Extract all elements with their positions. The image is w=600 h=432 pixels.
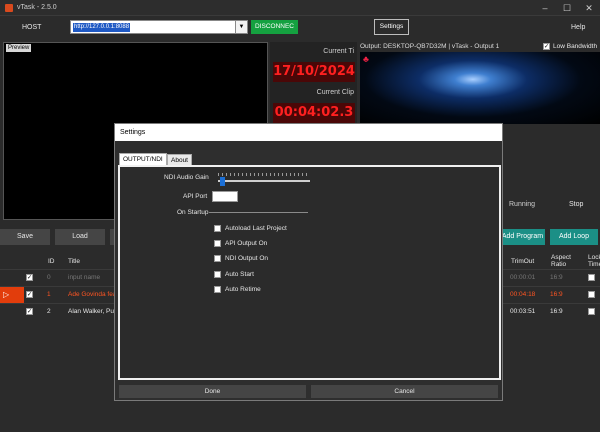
autoload-checkbox[interactable] [214,225,221,232]
row-trimout: 00:00:01 [510,274,536,281]
maximize-button[interactable]: ☐ [560,2,574,14]
host-url-combobox[interactable]: http://127.0.0.1:8088 ▼ [70,20,248,34]
api-port-input[interactable] [212,191,238,202]
auto-retime-label: Auto Retime [225,286,261,293]
row-id: 0 [47,274,51,281]
row-trimout: 00:03:51 [510,308,536,315]
row-checkbox[interactable]: ✓ [26,274,33,281]
auto-retime-checkbox[interactable] [214,286,221,293]
row-title: input name [68,274,101,281]
current-time-label: Current Ti [323,48,354,55]
preview-label: Preview [6,44,32,52]
row-aspect: 16:9 [550,291,563,298]
row-lock-checkbox[interactable] [588,274,595,281]
row-title: Ade Govinda feat [68,291,119,298]
column-header-trimout[interactable]: TrimOut [511,258,534,265]
done-button[interactable]: Done [119,385,306,398]
host-label: HOST [22,24,42,31]
tab-output-ndi[interactable]: OUTPUT/NDI [119,153,167,165]
dialog-title-bar: Settings [115,124,502,141]
ndi-audio-gain-slider[interactable] [218,173,310,186]
minimize-button[interactable]: – [538,2,552,14]
help-menu[interactable]: Help [571,24,585,31]
row-id: 2 [47,308,51,315]
output-video: ♣ [360,52,600,124]
output-ndi-tab-page: NDI Audio Gain API Port On Startup Autol… [118,165,501,380]
load-button[interactable]: Load [55,229,105,245]
settings-dialog: Settings OUTPUT/NDI About NDI Audio Gain… [114,123,503,401]
chevron-down-icon[interactable]: ▼ [235,21,247,33]
playing-marker: ▷ [0,287,24,303]
window-title: vTask - 2.5.0 [17,4,57,11]
auto-start-label: Auto Start [225,271,254,278]
autoload-label: Autoload Last Project [225,225,287,232]
low-bandwidth-label: Low Bandwidth [553,43,598,50]
row-lock-checkbox[interactable] [588,291,595,298]
on-startup-label: On Startup [177,209,209,216]
output-header: Output: DESKTOP-QB7D32M | vTask - Output… [360,42,600,52]
settings-button[interactable]: Settings [374,19,409,35]
dialog-title: Settings [120,129,146,136]
slider-thumb[interactable] [220,177,225,186]
auto-start-checkbox[interactable] [214,271,221,278]
column-header-id[interactable]: ID [48,258,55,265]
row-checkbox[interactable]: ✓ [26,291,33,298]
output-title: Output: DESKTOP-QB7D32M | vTask - Output… [360,43,500,50]
stop-button[interactable]: Stop [569,201,583,208]
ndi-audio-gain-label: NDI Audio Gain [164,174,209,181]
row-lock-checkbox[interactable] [588,308,595,315]
row-aspect: 16:9 [550,274,563,281]
save-button[interactable]: Save [0,229,50,245]
add-program-button[interactable]: Add Program [500,229,545,245]
api-port-label: API Port [183,193,208,200]
tab-about[interactable]: About [167,154,192,165]
ndi-output-checkbox[interactable] [214,255,221,262]
play-arrow-icon: ▷ [3,290,10,299]
row-checkbox[interactable]: ✓ [26,308,33,315]
divider [209,212,308,213]
running-button[interactable]: Running [509,201,535,208]
title-bar: vTask - 2.5.0 – ☐ ✕ [0,0,600,16]
row-title: Alan Walker, Put [68,308,116,315]
low-bandwidth-checkbox[interactable]: ✓ [543,43,550,50]
ndi-output-label: NDI Output On [225,255,268,262]
column-header-title[interactable]: Title [68,258,80,265]
add-loop-button[interactable]: Add Loop [550,229,598,245]
slider-track[interactable] [218,180,310,182]
row-trimout: 00:04:18 [510,291,536,298]
api-output-label: API Output On [225,240,268,247]
column-header-lock-time[interactable]: Lock Time [588,254,600,268]
column-header-aspect-ratio[interactable]: Aspect Ratio [551,254,573,268]
cancel-button[interactable]: Cancel [311,385,498,398]
disconnect-button[interactable]: DISCONNEC [251,20,298,34]
host-url-value[interactable]: http://127.0.0.1:8088 [73,23,131,32]
current-clip-label: Current Clip [316,89,354,96]
slider-ticks [218,173,310,176]
row-aspect: 16:9 [550,308,563,315]
current-date-display: 17/10/2024 [273,62,355,82]
ndi-logo-icon: ♣ [363,54,369,64]
app-icon [5,4,13,12]
close-button[interactable]: ✕ [582,2,596,14]
current-clip-time-display: 00:04:02.3 [273,103,355,123]
row-id: 1 [47,291,51,298]
api-output-checkbox[interactable] [214,240,221,247]
